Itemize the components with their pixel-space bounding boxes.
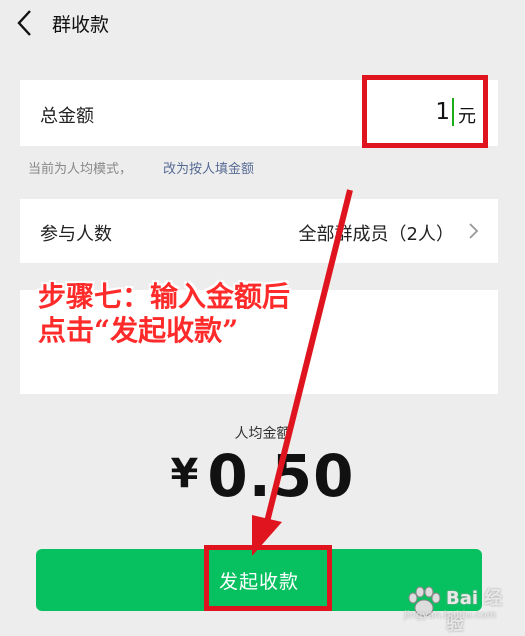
- mode-hint: 当前为人均模式，: [28, 162, 133, 177]
- per-person-label: 人均金额: [234, 426, 291, 442]
- watermark: Bai 经验 jingyan.baidu.com: [404, 582, 519, 635]
- back-arrow-icon[interactable]: [14, 8, 36, 38]
- switch-mode-link[interactable]: 改为按人填金额: [163, 158, 254, 177]
- annotation-line-1: 步骤七：输入金额后: [38, 280, 291, 313]
- page-title: 群收款: [52, 14, 110, 36]
- navigation-bar: 群收款: [0, 0, 525, 52]
- amount-highlight-box: [362, 75, 488, 148]
- step-annotation: 步骤七：输入金额后 点击“发起收款”: [38, 280, 290, 348]
- amount-label: 总金额: [40, 106, 94, 127]
- annotation-line-2: 点击“发起收款”: [38, 314, 239, 347]
- button-highlight-box: [204, 545, 332, 611]
- watermark-url: jingyan.baidu.com: [404, 610, 497, 621]
- participants-row[interactable]: 参与人数 全部群成员（2人）: [20, 199, 498, 263]
- chevron-right-icon: [469, 223, 479, 239]
- participants-label: 参与人数: [40, 224, 112, 245]
- per-person-amount: ¥0.50: [0, 442, 525, 510]
- per-person-value: 0.50: [207, 442, 355, 510]
- currency-symbol: ¥: [170, 451, 200, 497]
- participants-value: 全部群成员（2人）: [298, 224, 454, 245]
